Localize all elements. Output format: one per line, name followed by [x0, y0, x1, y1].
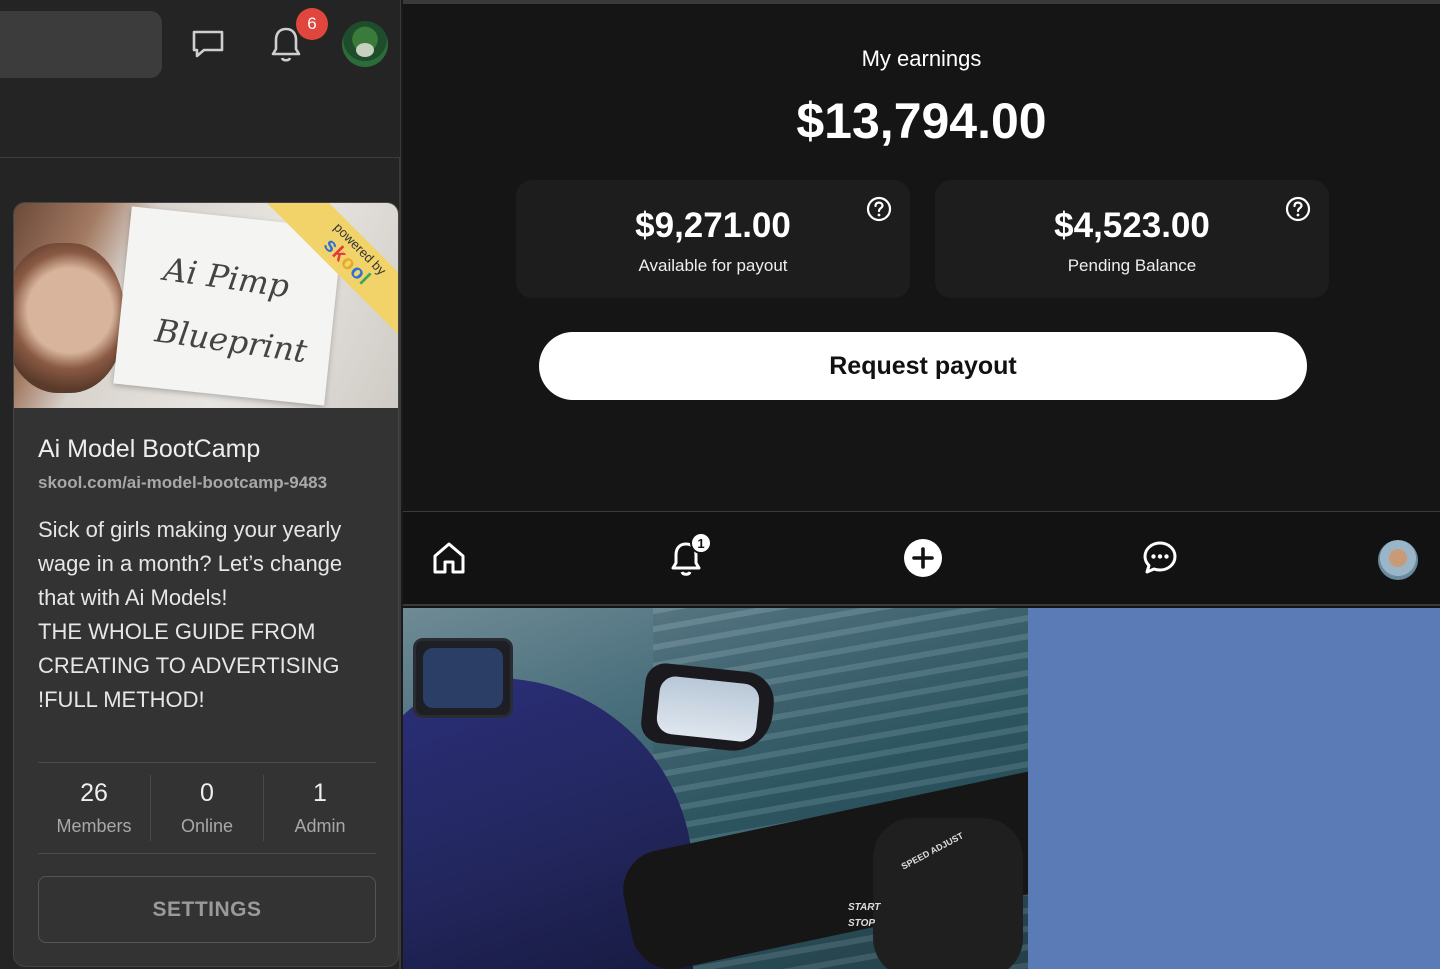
cover-image: Ai Pimp Blueprint powered by skool	[14, 203, 398, 408]
stat-label: Admin	[294, 816, 346, 836]
description-line: that with Ai Models!	[38, 585, 228, 610]
group-description: Sick of girls making your yearly wage in…	[38, 513, 378, 717]
description-line: !FULL METHOD!	[38, 687, 205, 712]
available-amount: $9,271.00	[635, 206, 791, 245]
mirror-glass	[655, 674, 761, 744]
chat-icon[interactable]	[186, 24, 230, 64]
stat-label: Members	[56, 816, 132, 836]
start-stop-label: START STOP	[848, 900, 880, 932]
description-line: Sick of girls making your yearly	[38, 517, 342, 542]
group-url[interactable]: skool.com/ai-model-bootcamp-9483	[38, 473, 327, 493]
earnings-section: My earnings $13,794.00 $9,271.00 Availab…	[403, 0, 1440, 512]
home-icon[interactable]	[429, 538, 469, 578]
request-payout-button[interactable]: Request payout	[539, 332, 1307, 400]
cover-photo-person	[14, 243, 124, 393]
pending-label: Pending Balance	[1067, 256, 1197, 275]
description-line: CREATING TO ADVERTISING	[38, 653, 340, 678]
stat-online[interactable]: 0 Online	[151, 775, 264, 841]
available-label: Available for payout	[638, 256, 788, 275]
start-label: START	[848, 902, 881, 913]
nav-notification-badge: 1	[690, 532, 712, 554]
jetski-photo: SPEED ADJUST START STOP	[403, 608, 1028, 969]
help-icon[interactable]	[866, 196, 892, 222]
stat-value: 1	[313, 779, 327, 807]
group-name: Ai Model BootCamp	[38, 435, 261, 463]
community-card: Ai Pimp Blueprint powered by skool Ai Mo…	[13, 202, 399, 967]
settings-button[interactable]: SETTINGS	[38, 876, 376, 943]
profile-avatar[interactable]	[1378, 540, 1418, 580]
user-avatar[interactable]	[342, 21, 388, 67]
earnings-app: My earnings $13,794.00 $9,271.00 Availab…	[403, 0, 1440, 969]
chat-icon[interactable]	[1140, 538, 1180, 578]
stop-label: STOP	[848, 918, 876, 929]
bottom-nav: 1	[403, 512, 1440, 606]
top-bar: 6	[0, 0, 400, 158]
earnings-total: $13,794.00	[796, 93, 1047, 149]
stat-value: 26	[80, 779, 108, 807]
stat-value: 0	[200, 779, 214, 807]
earnings-title: My earnings	[861, 46, 982, 71]
help-icon[interactable]	[1285, 196, 1311, 222]
pending-amount: $4,523.00	[1054, 206, 1210, 245]
pending-balance-card: $4,523.00 Pending Balance	[935, 180, 1329, 298]
stat-members[interactable]: 26 Members	[38, 775, 151, 841]
cover-sign-text: Ai Pimp Blueprint	[152, 250, 310, 371]
community-sidebar: 6 Ai Pimp Blueprint powered by skool Ai …	[0, 0, 401, 969]
stat-admin[interactable]: 1 Admin	[264, 775, 376, 841]
blue-background-panel	[1028, 608, 1440, 969]
stat-label: Online	[180, 816, 234, 836]
notification-badge: 6	[296, 8, 328, 40]
search-bar[interactable]	[0, 11, 162, 78]
plus-icon[interactable]	[903, 538, 943, 578]
speed-gauge	[423, 648, 503, 708]
group-stats: 26 Members 0 Online 1 Admin	[38, 762, 376, 854]
available-balance-card: $9,271.00 Available for payout	[516, 180, 910, 298]
description-line: THE WHOLE GUIDE FROM	[38, 619, 316, 644]
description-line: wage in a month? Let’s change	[38, 551, 343, 576]
